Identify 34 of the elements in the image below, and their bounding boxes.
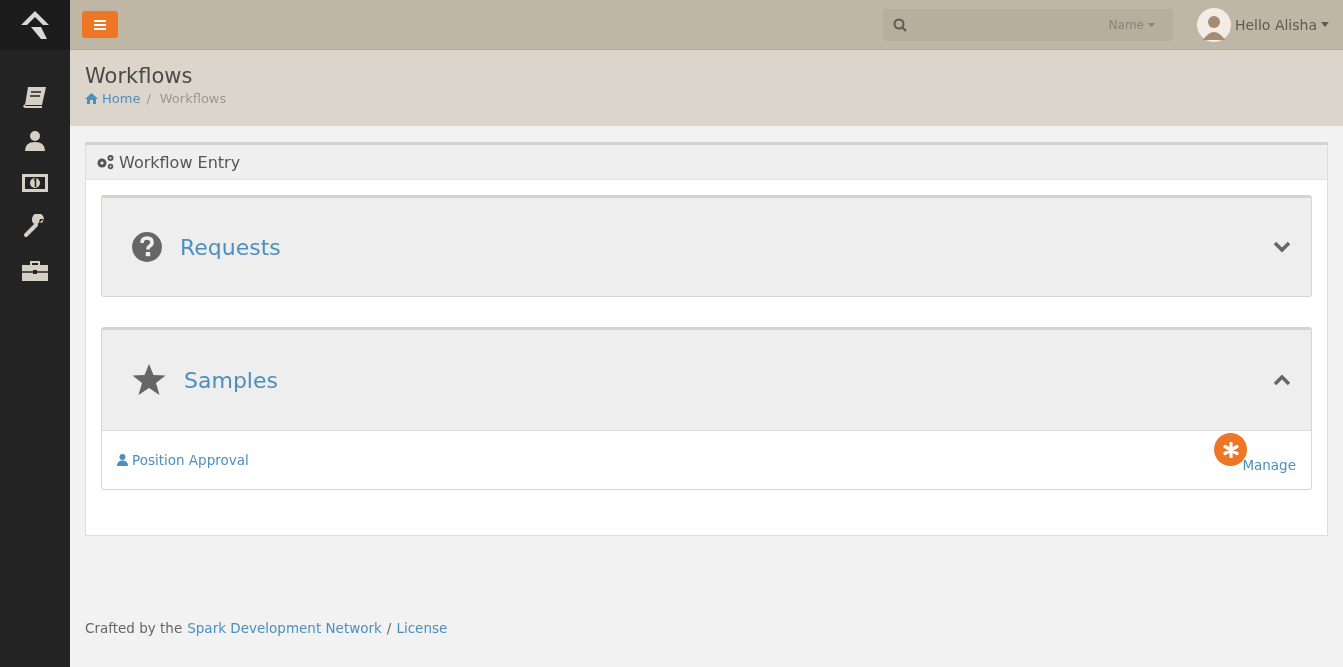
footer-text: Crafted by the <box>85 620 183 636</box>
breadcrumb-link[interactable]: Home <box>102 91 141 107</box>
category-heading[interactable]: Samples <box>102 330 1311 431</box>
gears-icon <box>96 154 115 170</box>
category-name[interactable]: Requests <box>180 234 281 260</box>
page-title: Workflows <box>85 64 194 90</box>
person-icon[interactable] <box>24 130 46 152</box>
home-icon <box>85 93 98 105</box>
question-icon <box>132 232 162 262</box>
person-icon <box>117 454 128 466</box>
category-heading[interactable]: Requests <box>102 198 1311 296</box>
chevron-down-icon[interactable] <box>1273 241 1291 253</box>
footer-separator: / <box>386 620 392 636</box>
panel-title: Workflow Entry <box>119 152 241 172</box>
license-link[interactable]: License <box>396 620 448 636</box>
chevron-up-icon[interactable] <box>1273 374 1291 386</box>
caret-icon <box>1147 22 1155 27</box>
category-name[interactable]: Samples <box>184 367 278 393</box>
book-icon[interactable] <box>22 86 48 108</box>
search-icon <box>892 17 907 32</box>
workflow-link[interactable]: Position Approval <box>132 452 249 468</box>
breadcrumb-separator: / <box>146 91 151 107</box>
menu-icon <box>94 19 106 30</box>
footer-link[interactable]: Spark Development Network <box>187 620 382 636</box>
banknote-icon[interactable] <box>22 174 48 192</box>
menu-button[interactable] <box>82 11 118 38</box>
manage-link[interactable]: Manage <box>1242 457 1296 473</box>
breadcrumb-current: Workflows <box>159 91 227 107</box>
star-icon <box>132 364 166 396</box>
avatar-silhouette[interactable] <box>1196 7 1231 42</box>
wrench-icon[interactable] <box>23 214 47 238</box>
user-menu[interactable]: Hello Alisha <box>1234 16 1329 33</box>
caret-icon <box>1321 22 1329 27</box>
briefcase-icon[interactable] <box>22 260 48 282</box>
